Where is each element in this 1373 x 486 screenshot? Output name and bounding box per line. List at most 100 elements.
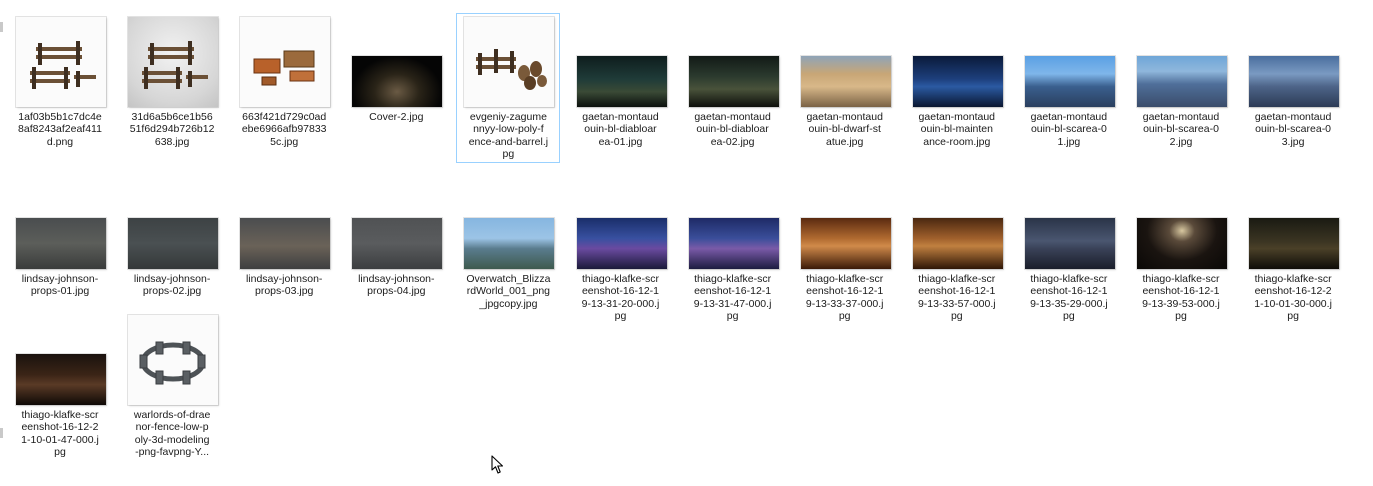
file-item[interactable]: 663f421d729c0ad ebe6966afb97833 5c.jpg <box>232 13 336 151</box>
thumbnail-frame <box>9 312 113 405</box>
thumbnail-frame <box>794 176 898 269</box>
file-item[interactable]: lindsay-johnson- props-02.jpg <box>120 175 224 301</box>
file-item[interactable]: lindsay-johnson- props-01.jpg <box>8 175 112 301</box>
file-name-label: gaetan-montaud ouin-bl-scarea-0 1.jpg <box>1030 111 1108 148</box>
file-name-label: gaetan-montaud ouin-bl-scarea-0 3.jpg <box>1254 111 1332 148</box>
file-item[interactable]: thiago-klafke-scr eenshot-16-12-1 9-13-3… <box>1017 175 1121 325</box>
file-item[interactable]: warlords-of-drae nor-fence-low-p oly-3d-… <box>120 311 224 461</box>
file-item[interactable]: thiago-klafke-scr eenshot-16-12-1 9-13-3… <box>793 175 897 325</box>
file-name-label: thiago-klafke-scr eenshot-16-12-1 9-13-3… <box>581 273 660 322</box>
thumbnail-frame <box>1242 176 1346 269</box>
file-item[interactable]: thiago-klafke-scr eenshot-16-12-2 1-10-0… <box>8 311 112 461</box>
thumbnail-frame <box>570 176 674 269</box>
file-item[interactable]: gaetan-montaud ouin-bl-mainten ance-room… <box>905 13 1009 151</box>
file-item[interactable]: gaetan-montaud ouin-bl-diabloar ea-01.jp… <box>569 13 673 151</box>
thumbnail-image <box>240 218 331 269</box>
thumbnail-image <box>688 56 779 107</box>
thumbnail-frame <box>1130 14 1234 107</box>
thumbnail-image <box>1137 218 1227 269</box>
thumbnail-image <box>240 17 331 107</box>
file-item[interactable]: gaetan-montaud ouin-bl-dwarf-st atue.jpg <box>793 13 897 151</box>
thumbnail-frame <box>1242 14 1346 107</box>
thumbnail-frame <box>345 176 449 269</box>
thumbnail-frame <box>121 14 225 107</box>
file-name-label: thiago-klafke-scr eenshot-16-12-2 1-10-0… <box>1254 273 1332 322</box>
thumbnail-frame <box>682 14 786 107</box>
thumbnail-image <box>576 56 667 107</box>
thumbnail-image <box>1024 56 1115 107</box>
thumbnail-frame <box>906 176 1010 269</box>
mouse-pointer-icon <box>491 455 504 474</box>
thumbnail-image <box>16 218 106 269</box>
file-item[interactable]: thiago-klafke-scr eenshot-16-12-2 1-10-0… <box>1241 175 1345 325</box>
file-name-label: gaetan-montaud ouin-bl-scarea-0 2.jpg <box>1142 111 1220 148</box>
thumbnail-frame <box>121 176 225 269</box>
thumbnail-image <box>688 218 779 269</box>
file-name-label: evgeniy-zagume nnyy-low-poly-f ence-and-… <box>468 111 549 160</box>
thumbnail-frame <box>906 14 1010 107</box>
thumbnail-image <box>912 56 1003 107</box>
file-name-label: thiago-klafke-scr eenshot-16-12-1 9-13-3… <box>1030 273 1108 322</box>
thumbnail-frame <box>457 14 561 107</box>
thumbnail-image <box>16 354 106 405</box>
file-name-label: 1af03b5b1c7dc4e 8af8243af2eaf411 d.png <box>18 111 102 148</box>
thumbnail-image <box>16 17 106 107</box>
file-item[interactable]: thiago-klafke-scr eenshot-16-12-1 9-13-3… <box>905 175 1009 325</box>
thumbnail-image <box>128 315 219 405</box>
file-item[interactable]: 31d6a5b6ce1b56 51f6d294b726b12 638.jpg <box>120 13 224 151</box>
thumbnail-frame <box>233 14 337 107</box>
thumbnail-image <box>352 56 443 107</box>
thumbnail-frame <box>345 14 449 107</box>
file-explorer-view[interactable]: 1af03b5b1c7dc4e 8af8243af2eaf411 d.png 31… <box>0 0 1373 486</box>
thumbnail-frame <box>570 14 674 107</box>
file-name-label: lindsay-johnson- props-04.jpg <box>358 273 435 298</box>
thumbnail-image <box>1249 218 1340 269</box>
file-item[interactable]: lindsay-johnson- props-04.jpg <box>344 175 448 301</box>
thumbnail-image <box>800 218 891 269</box>
thumbnail-frame <box>233 176 337 269</box>
file-item[interactable]: thiago-klafke-scr eenshot-16-12-1 9-13-3… <box>569 175 673 325</box>
thumbnail-image <box>464 17 555 107</box>
file-item[interactable]: lindsay-johnson- props-03.jpg <box>232 175 336 301</box>
scroll-edge-marker <box>0 22 3 32</box>
file-name-label: gaetan-montaud ouin-bl-dwarf-st atue.jpg <box>806 111 883 148</box>
file-name-label: lindsay-johnson- props-02.jpg <box>133 273 211 298</box>
file-name-label: thiago-klafke-scr eenshot-16-12-1 9-13-3… <box>693 273 772 322</box>
file-name-label: 31d6a5b6ce1b56 51f6d294b726b12 638.jpg <box>129 111 215 148</box>
file-item[interactable]: thiago-klafke-scr eenshot-16-12-1 9-13-3… <box>681 175 785 325</box>
thumbnail-frame <box>1130 176 1234 269</box>
thumbnail-image <box>464 218 555 269</box>
file-name-label: thiago-klafke-scr eenshot-16-12-1 9-13-3… <box>917 273 996 322</box>
file-name-label: gaetan-montaud ouin-bl-diabloar ea-02.jp… <box>694 111 771 148</box>
file-name-label: lindsay-johnson- props-01.jpg <box>21 273 99 298</box>
file-name-label: thiago-klafke-scr eenshot-16-12-1 9-13-3… <box>1142 273 1220 322</box>
thumbnail-frame <box>1018 176 1122 269</box>
file-item[interactable]: gaetan-montaud ouin-bl-scarea-0 3.jpg <box>1241 13 1345 151</box>
thumbnail-frame <box>1018 14 1122 107</box>
thumbnail-image <box>800 56 891 107</box>
file-item[interactable]: Cover-2.jpg <box>344 13 448 126</box>
file-item[interactable]: 1af03b5b1c7dc4e 8af8243af2eaf411 d.png <box>8 13 112 151</box>
file-name-label: thiago-klafke-scr eenshot-16-12-1 9-13-3… <box>805 273 884 322</box>
thumbnail-frame <box>121 312 225 405</box>
file-item[interactable]: gaetan-montaud ouin-bl-diabloar ea-02.jp… <box>681 13 785 151</box>
file-name-label: thiago-klafke-scr eenshot-16-12-2 1-10-0… <box>21 409 99 458</box>
file-item[interactable]: gaetan-montaud ouin-bl-scarea-0 1.jpg <box>1017 13 1121 151</box>
scroll-edge-marker <box>0 428 3 438</box>
thumbnail-image <box>1137 56 1227 107</box>
file-item[interactable]: thiago-klafke-scr eenshot-16-12-1 9-13-3… <box>1129 175 1233 325</box>
file-item[interactable]: Overwatch_Blizza rdWorld_001_png _jpgcop… <box>456 175 560 313</box>
file-name-label: Cover-2.jpg <box>369 111 424 123</box>
thumbnail-image <box>576 218 667 269</box>
file-name-label: gaetan-montaud ouin-bl-diabloar ea-01.jp… <box>582 111 659 148</box>
thumbnail-image <box>912 218 1003 269</box>
thumbnail-frame <box>9 14 113 107</box>
file-name-label: Overwatch_Blizza rdWorld_001_png _jpgcop… <box>466 273 551 310</box>
thumbnail-image <box>1024 218 1115 269</box>
file-item[interactable]: evgeniy-zagume nnyy-low-poly-f ence-and-… <box>456 13 561 163</box>
thumbnail-frame <box>794 14 898 107</box>
thumbnail-image <box>352 218 443 269</box>
file-item[interactable]: gaetan-montaud ouin-bl-scarea-0 2.jpg <box>1129 13 1233 151</box>
file-name-label: warlords-of-drae nor-fence-low-p oly-3d-… <box>133 409 211 458</box>
thumbnail-image <box>1249 56 1340 107</box>
